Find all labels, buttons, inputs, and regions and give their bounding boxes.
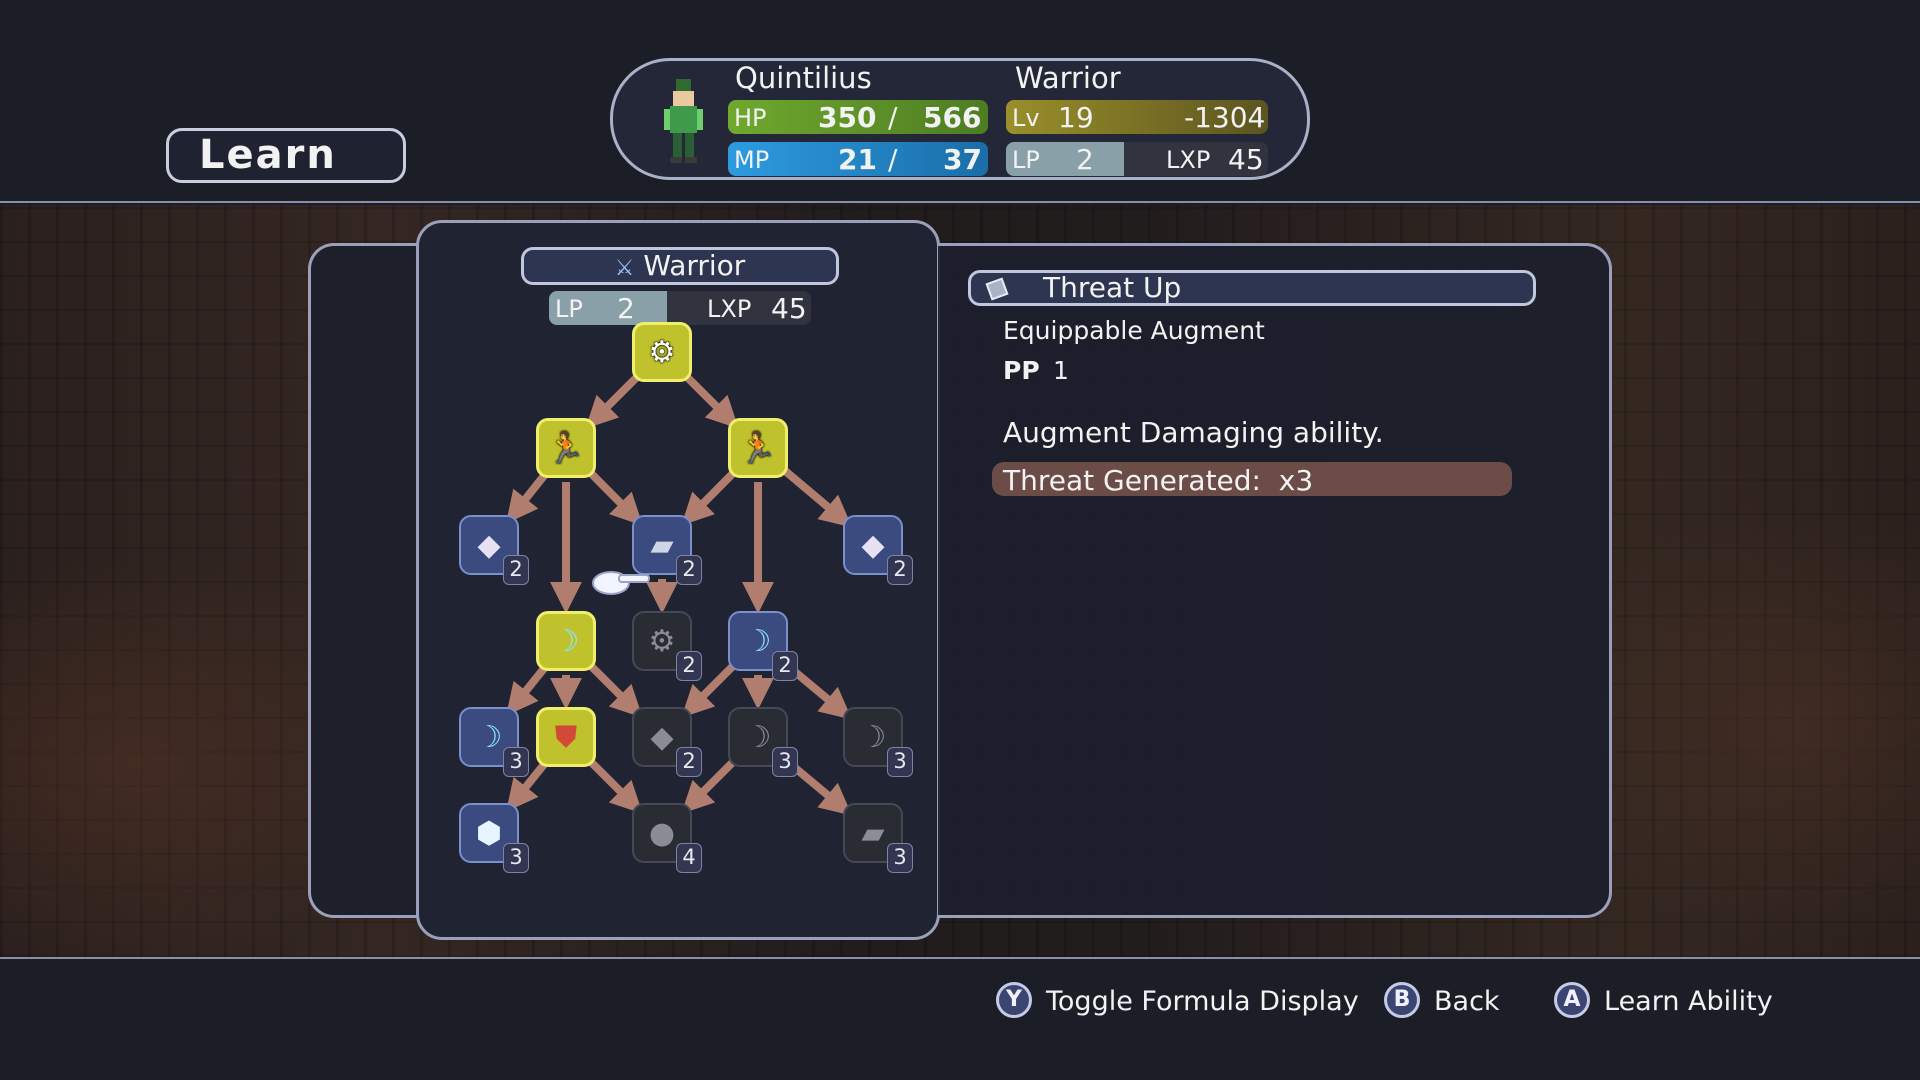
a-button-icon[interactable]: A	[1554, 982, 1590, 1018]
node-cost: 2	[887, 555, 913, 585]
pp-label: PP	[1003, 356, 1040, 385]
tree-arrow	[505, 472, 548, 524]
mp-current: 21	[838, 143, 877, 176]
skill-node[interactable]: ⬢ 3	[459, 803, 529, 873]
hp-separator: /	[888, 101, 898, 134]
sword-icon: ⚔	[614, 256, 635, 281]
tree-arrow	[587, 469, 643, 526]
lp-label: LP	[1012, 146, 1040, 174]
skill-node[interactable]: 🏃	[536, 418, 596, 478]
character-name: Quintilius	[735, 61, 872, 95]
ability-type: Equippable Augment	[1003, 316, 1265, 345]
tree-arrow	[781, 466, 853, 528]
character-status-panel: Quintilius Warrior HP 350 / 566 MP 21 / …	[610, 58, 1310, 180]
tree-lp-bar: LP 2 LXP 45	[549, 291, 811, 325]
mp-separator: /	[888, 143, 898, 176]
skill-node[interactable]: ☽ 3	[459, 707, 529, 777]
character-job: Warrior	[1015, 61, 1121, 95]
tree-lp-label: LP	[555, 295, 583, 323]
skill-node[interactable]: 🏃	[728, 418, 788, 478]
toggle-formula-hint[interactable]: Toggle Formula Display	[1046, 982, 1359, 1022]
cog-icon: ⚙	[648, 334, 676, 370]
slash-icon: ☽	[552, 623, 580, 659]
b-button-icon[interactable]: B	[1384, 982, 1420, 1018]
skill-node[interactable]: ⚙	[632, 322, 692, 382]
node-cost: 2	[503, 555, 529, 585]
node-cost: 3	[887, 843, 913, 873]
mp-max: 37	[943, 143, 982, 176]
skill-node[interactable]: ▰ 3	[843, 803, 913, 873]
runner-icon: 🏃	[547, 430, 585, 466]
tree-job-name: Warrior	[643, 249, 746, 282]
ability-title-bar: Threat Up	[968, 270, 1536, 306]
lp-value: 2	[1076, 143, 1094, 176]
pp-value: 1	[1053, 356, 1069, 385]
skill-node[interactable]: ⚙ 2	[632, 611, 702, 681]
tree-arrow	[683, 373, 739, 429]
level-label: Lv	[1012, 104, 1040, 132]
skill-node[interactable]: ◆ 2	[843, 515, 913, 585]
ability-info-panel: Threat Up Equippable Augment PP 1 Augmen…	[938, 243, 1612, 918]
tree-lxp-label: LXP	[707, 295, 752, 323]
hp-max: 566	[923, 101, 982, 134]
tree-arrow	[585, 373, 641, 429]
pointer-hand-icon	[592, 571, 650, 595]
side-panel-backing	[308, 243, 420, 918]
tree-job-title: ⚔ Warrior	[521, 247, 839, 285]
skill-node[interactable]: ☽ 3	[843, 707, 913, 777]
skill-node[interactable]: ☽ 2	[728, 611, 798, 681]
screen-title: Learn	[166, 128, 406, 183]
node-cost: 4	[676, 843, 702, 873]
node-cost: 2	[772, 651, 798, 681]
shield-icon: ⛊	[554, 719, 578, 755]
runner-icon: 🏃	[739, 430, 777, 466]
character-sprite	[664, 79, 703, 163]
node-cost: 3	[887, 747, 913, 777]
tree-lp-value: 2	[617, 292, 635, 325]
tree-arrow	[587, 662, 643, 718]
skill-node[interactable]: ☽ 3	[728, 707, 798, 777]
node-cost: 2	[676, 747, 702, 777]
ability-effect: Threat Generated: x3	[1003, 464, 1314, 497]
lxp-value: 45	[1228, 143, 1264, 176]
skill-node[interactable]: ☽	[536, 611, 596, 671]
node-cost: 2	[676, 555, 702, 585]
skill-node[interactable]: ⛊	[536, 707, 596, 767]
skill-node[interactable]: ◆ 2	[459, 515, 529, 585]
node-cost: 3	[772, 747, 798, 777]
skill-node[interactable]: ● 4	[632, 803, 702, 873]
node-cost: 2	[676, 651, 702, 681]
tree-arrow	[681, 469, 737, 526]
augment-icon	[985, 277, 1009, 301]
lp-bar: LP 2 LXP 45	[1006, 142, 1268, 176]
skill-node[interactable]: ◆ 2	[632, 707, 702, 777]
hp-current: 350	[818, 101, 877, 134]
hp-label: HP	[734, 104, 767, 132]
ability-name: Threat Up	[1043, 271, 1182, 304]
lxp-label: LXP	[1166, 146, 1211, 174]
level-bar: Lv 19 -1304	[1006, 100, 1268, 134]
tree-lxp-value: 45	[771, 292, 807, 325]
learn-ability-hint[interactable]: Learn Ability	[1604, 982, 1773, 1022]
mp-bar: MP 21 / 37	[728, 142, 988, 176]
tree-arrow	[587, 758, 643, 814]
skill-tree-panel: ⚔ Warrior LP 2 LXP 45 ⚙ 🏃 🏃 ◆ 2 ▰ 2 ◆ 2 ☽ ⚙ 2 ☽ 2 ☽ 3 ⛊ ◆…	[416, 220, 940, 940]
node-cost: 3	[503, 843, 529, 873]
back-hint[interactable]: Back	[1434, 982, 1500, 1022]
mp-label: MP	[734, 146, 770, 174]
level-value: 19	[1058, 101, 1094, 134]
ability-description: Augment Damaging ability.	[1003, 416, 1384, 449]
node-cost: 3	[503, 747, 529, 777]
tree-arrow	[506, 665, 548, 716]
exp-to-next: -1304	[1184, 101, 1266, 134]
hp-bar: HP 350 / 566	[728, 100, 988, 134]
y-button-icon[interactable]: Y	[996, 982, 1032, 1018]
